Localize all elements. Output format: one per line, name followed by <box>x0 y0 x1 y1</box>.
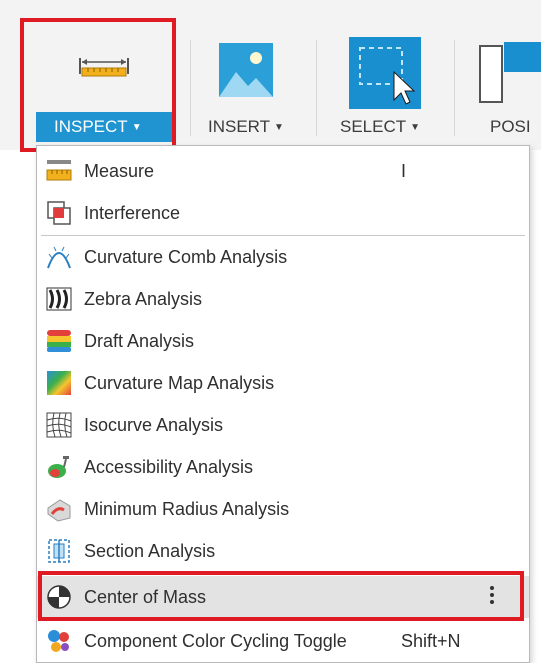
menu-item-label: Interference <box>84 203 181 223</box>
draft-analysis-icon <box>47 330 71 352</box>
insert-dropdown-button[interactable]: INSERT ▼ <box>208 112 284 142</box>
select-cursor-icon <box>349 37 421 109</box>
toolbar-separator <box>190 40 191 136</box>
menu-item-label: Curvature Map Analysis <box>84 373 275 393</box>
menu-item-curvature-comb-analysis[interactable]: Curvature Comb Analysis <box>37 236 529 278</box>
zebra-icon <box>46 287 72 311</box>
chevron-down-icon: ▼ <box>410 122 421 133</box>
menu-item-label: Accessibility Analysis <box>84 457 254 477</box>
menu-item-label: Isocurve Analysis <box>84 415 224 435</box>
menu-item-measure[interactable]: Measure I <box>37 150 529 192</box>
position-dropdown-button[interactable]: POSI <box>490 112 531 142</box>
insert-label: INSERT <box>208 117 271 136</box>
menu-item-shortcut: I <box>401 161 407 181</box>
menu-item-zebra-analysis[interactable]: Zebra Analysis <box>37 278 529 320</box>
interference-icon <box>47 201 71 225</box>
minimum-radius-icon <box>47 499 71 522</box>
menu-item-minimum-radius-analysis[interactable]: Minimum Radius Analysis <box>37 488 529 530</box>
curvature-comb-icon <box>47 246 71 269</box>
position-tool-group[interactable]: POSI <box>460 0 541 150</box>
toolbar-separator <box>454 40 455 136</box>
menu-item-draft-analysis[interactable]: Draft Analysis <box>37 320 529 362</box>
menu-item-component-color-cycling-toggle[interactable]: Component Color Cycling Toggle Shift+N <box>37 620 529 662</box>
center-of-mass-highlight-box <box>38 571 524 621</box>
insert-image-icon <box>219 43 273 97</box>
isocurve-icon <box>46 412 72 438</box>
select-label: SELECT <box>340 117 407 136</box>
menu-item-label: Measure <box>84 161 155 181</box>
menu-item-isocurve-analysis[interactable]: Isocurve Analysis <box>37 404 529 446</box>
menu-item-label: Curvature Comb Analysis <box>84 247 288 267</box>
insert-tool-group[interactable]: INSERT ▼ <box>196 0 306 150</box>
menu-item-label: Section Analysis <box>84 541 216 561</box>
menu-item-section-analysis[interactable]: Section Analysis <box>37 530 529 572</box>
menu-item-label: Draft Analysis <box>84 331 195 351</box>
menu-item-label: Component Color Cycling Toggle <box>84 631 347 651</box>
menu-item-accessibility-analysis[interactable]: Accessibility Analysis <box>37 446 529 488</box>
color-cycling-icon <box>48 630 69 652</box>
measure-icon <box>46 160 72 181</box>
toolbar-separator <box>316 40 317 136</box>
section-analysis-icon <box>48 539 70 563</box>
menu-item-label: Zebra Analysis <box>84 289 203 309</box>
menu-item-shortcut: Shift+N <box>401 631 461 651</box>
inspect-highlight-box <box>20 18 176 152</box>
curvature-map-icon <box>47 371 71 395</box>
select-tool-group[interactable]: SELECT ▼ <box>322 0 440 150</box>
menu-item-label: Minimum Radius Analysis <box>84 499 290 519</box>
menu-item-curvature-map-analysis[interactable]: Curvature Map Analysis <box>37 362 529 404</box>
position-label: POSI <box>490 117 531 136</box>
select-dropdown-button[interactable]: SELECT ▼ <box>340 112 420 142</box>
accessibility-icon <box>48 456 69 478</box>
menu-item-interference[interactable]: Interference <box>37 192 529 234</box>
position-icon <box>479 42 541 103</box>
chevron-down-icon: ▼ <box>274 122 284 133</box>
